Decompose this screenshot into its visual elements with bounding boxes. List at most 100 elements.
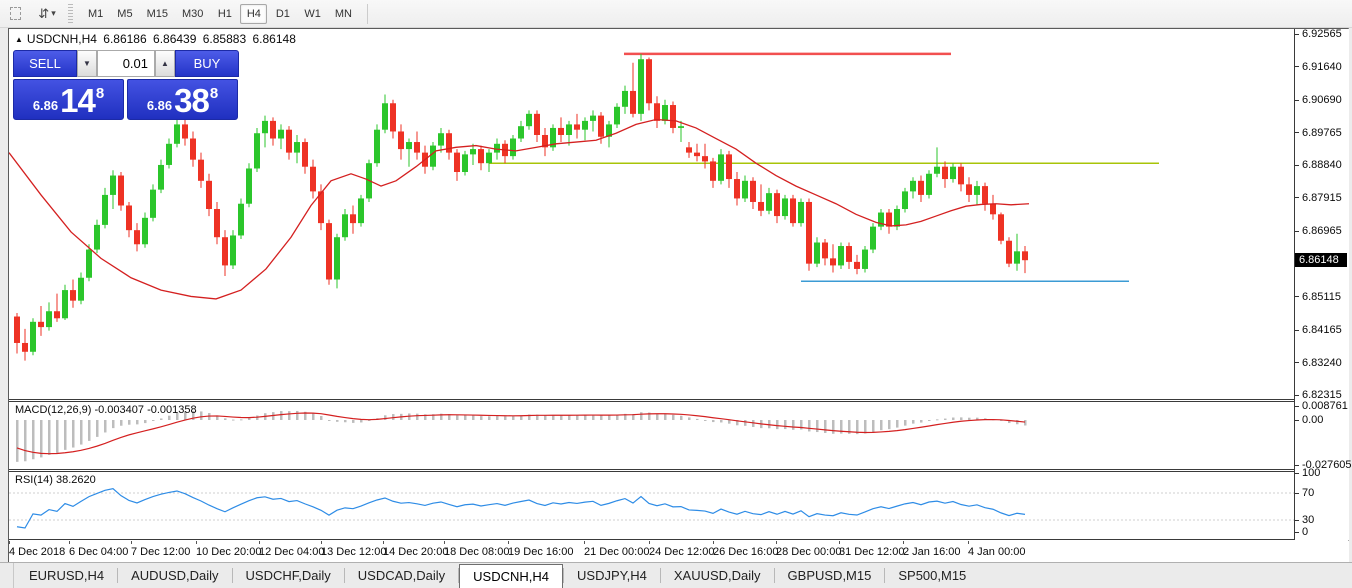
candle-body: [694, 153, 700, 157]
candle-body: [798, 202, 804, 223]
lot-size-input[interactable]: 0.01: [97, 50, 155, 77]
time-axis-label: 26 Dec 16:00: [713, 546, 778, 558]
timeframe-button-m1[interactable]: M1: [82, 4, 109, 24]
chart-tab-usdchf[interactable]: USDCHF,Daily: [233, 563, 344, 588]
timeframe-button-m15[interactable]: M15: [141, 4, 174, 24]
candle-body: [310, 167, 316, 192]
sell-button[interactable]: SELL: [13, 50, 77, 77]
candle-body: [774, 193, 780, 216]
rsi-axis-label: 100: [1295, 467, 1320, 479]
time-axis-label: 12 Dec 04:00: [259, 546, 324, 558]
candle-body: [670, 105, 676, 128]
candle-body: [998, 214, 1004, 240]
candle-body: [950, 167, 956, 179]
candle-body: [958, 167, 964, 185]
timeframe-button-w1[interactable]: W1: [298, 4, 327, 24]
candle-body: [110, 176, 116, 195]
macd-histogram-bar: [808, 420, 811, 431]
region-select-icon[interactable]: [6, 5, 24, 23]
pane-divider[interactable]: [9, 539, 1294, 540]
lot-increase-button[interactable]: ▲: [155, 50, 175, 77]
candle-body: [14, 317, 20, 343]
time-axis-label: 4 Jan 00:00: [968, 546, 1026, 558]
chart-tab-usdcnh[interactable]: USDCNH,H4: [459, 564, 563, 588]
ohlc-high: 6.86439: [153, 32, 196, 46]
buy-quote-box[interactable]: 6.86 38 8: [127, 79, 238, 120]
time-axis-label: 21 Dec 00:00: [584, 546, 649, 558]
chart-tab-eurusd[interactable]: EURUSD,H4: [16, 563, 117, 588]
macd-histogram-bar: [664, 414, 667, 420]
candle-body: [910, 181, 916, 192]
candle-body: [334, 237, 340, 279]
candle-body: [278, 130, 284, 139]
time-axis-label: 2 Jan 16:00: [903, 546, 961, 558]
arrows-tool-icon[interactable]: ⇵ ▾: [38, 5, 56, 23]
candle-body: [446, 133, 452, 152]
macd-histogram-bar: [696, 419, 699, 420]
time-tick: [713, 541, 714, 544]
candle-body: [294, 142, 300, 153]
candle-body: [766, 193, 772, 211]
macd-histogram-bar: [48, 420, 51, 455]
timeframe-button-m5[interactable]: M5: [111, 4, 138, 24]
chart-tab-xauusd[interactable]: XAUUSD,Daily: [661, 563, 774, 588]
pane-divider[interactable]: [9, 399, 1294, 400]
macd-histogram-bar: [608, 415, 611, 420]
time-axis[interactable]: 4 Dec 20186 Dec 04:007 Dec 12:0010 Dec 2…: [9, 541, 1349, 563]
macd-histogram-bar: [704, 420, 707, 421]
candle-body: [214, 209, 220, 237]
candle-body: [662, 105, 668, 121]
macd-histogram-bar: [472, 415, 475, 420]
chart-tab-usdcad[interactable]: USDCAD,Daily: [345, 563, 458, 588]
macd-histogram-bar: [744, 420, 747, 426]
collapse-panel-icon[interactable]: ▲: [15, 35, 23, 44]
macd-histogram-bar: [32, 420, 35, 459]
timeframe-button-m30[interactable]: M30: [176, 4, 209, 24]
candle-body: [374, 130, 380, 163]
candle-body: [638, 59, 644, 114]
timeframe-button-d1[interactable]: D1: [269, 4, 296, 24]
buy-button[interactable]: BUY: [175, 50, 239, 77]
macd-histogram-bar: [128, 420, 131, 425]
price-tick-label: 6.88840: [1295, 159, 1342, 171]
chart-tab-usdjpy[interactable]: USDJPY,H4: [564, 563, 660, 588]
macd-histogram-bar: [80, 420, 83, 445]
macd-histogram-bar: [64, 420, 67, 450]
chart-window: ▲USDCNH,H4 6.86186 6.86439 6.85883 6.861…: [8, 28, 1349, 562]
macd-histogram-bar: [360, 420, 363, 422]
chart-tab-audusd[interactable]: AUDUSD,Daily: [118, 563, 231, 588]
time-axis-label: 18 Dec 08:00: [444, 546, 509, 558]
chart-tab-gbpusd[interactable]: GBPUSD,M15: [775, 563, 885, 588]
time-tick: [968, 541, 969, 544]
lot-decrease-button[interactable]: ▼: [77, 50, 97, 77]
candle-body: [838, 246, 844, 265]
candle-body: [526, 114, 532, 126]
macd-histogram-bar: [280, 411, 283, 420]
candle-body: [510, 139, 516, 157]
macd-histogram-bar: [672, 415, 675, 420]
candle-body: [486, 153, 492, 164]
buy-price-prefix: 6.86: [147, 96, 172, 116]
candle-body: [126, 205, 132, 230]
candle-body: [94, 225, 100, 250]
chart-tab-sp500[interactable]: SP500,M15: [885, 563, 979, 588]
time-axis-label: 4 Dec 2018: [9, 546, 65, 558]
candle-body: [406, 142, 412, 149]
timeframe-button-h1[interactable]: H1: [211, 4, 238, 24]
candle-body: [646, 59, 652, 103]
price-axis[interactable]: 6.925656.916406.906906.897656.888406.879…: [1294, 29, 1349, 540]
macd-histogram-bar: [136, 420, 139, 424]
pane-divider[interactable]: [9, 469, 1294, 470]
pane-divider[interactable]: [9, 471, 1294, 472]
timeframe-button-mn[interactable]: MN: [329, 4, 358, 24]
time-axis-label: 28 Dec 00:00: [776, 546, 841, 558]
candle-body: [358, 198, 364, 223]
macd-histogram-bar: [240, 419, 243, 420]
timeframe-button-h4[interactable]: H4: [240, 4, 267, 24]
pane-divider[interactable]: [9, 401, 1294, 402]
sell-quote-box[interactable]: 6.86 14 8: [13, 79, 124, 120]
sell-price-main: 14: [60, 86, 95, 116]
macd-histogram-bar: [784, 420, 787, 429]
time-axis-label: 31 Dec 12:00: [839, 546, 904, 558]
candle-body: [62, 290, 68, 318]
